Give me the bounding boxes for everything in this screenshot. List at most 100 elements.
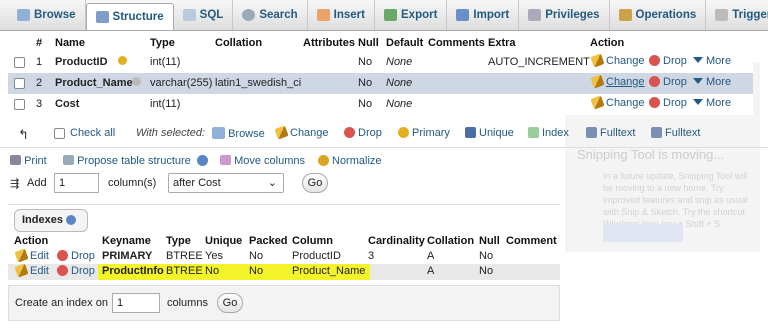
indexes-section: Indexes Action Keyname Type Unique Packe… bbox=[8, 204, 560, 283]
export-icon bbox=[384, 9, 397, 21]
bulk-drop-button[interactable]: Drop bbox=[344, 127, 382, 139]
pencil-icon bbox=[590, 74, 605, 89]
structure-icon bbox=[95, 11, 109, 23]
chevron-down-icon bbox=[693, 78, 703, 84]
pencil-icon bbox=[14, 248, 29, 263]
fulltext-icon bbox=[651, 127, 662, 138]
triggers-icon bbox=[715, 9, 729, 21]
tab-bar: Browse Structure SQL Search Insert Expor… bbox=[0, 0, 768, 31]
add-icon: ⇶ bbox=[10, 178, 20, 190]
drop-icon bbox=[649, 76, 660, 87]
tab-sql[interactable]: SQL bbox=[174, 0, 234, 30]
drop-icon bbox=[344, 127, 355, 138]
indexes-legend: Indexes bbox=[14, 209, 88, 232]
create-index-count-input[interactable]: 1 bbox=[112, 293, 160, 313]
chevron-down-icon bbox=[693, 99, 703, 105]
index-edit-link[interactable]: Edit bbox=[14, 263, 49, 278]
pencil-icon bbox=[274, 125, 289, 140]
row-checkbox[interactable] bbox=[14, 99, 25, 110]
normalize-link[interactable]: Normalize bbox=[318, 155, 382, 167]
help-icon[interactable] bbox=[196, 155, 208, 166]
chevron-down-icon bbox=[693, 57, 703, 63]
change-link[interactable]: Change bbox=[590, 74, 645, 89]
bulk-actions: ↰ Check all With selected: Browse Change… bbox=[0, 118, 768, 148]
arrow-up-left-icon: ↰ bbox=[18, 127, 29, 142]
create-index-bar: Create an index on 1 columns Go bbox=[8, 285, 560, 321]
bulk-primary-button[interactable]: Primary bbox=[398, 127, 450, 139]
more-link[interactable]: More bbox=[693, 55, 731, 67]
browse-icon bbox=[17, 9, 30, 21]
move-icon bbox=[220, 155, 231, 165]
more-link[interactable]: More bbox=[693, 97, 731, 109]
drop-icon bbox=[57, 265, 68, 276]
tab-insert[interactable]: Insert bbox=[308, 0, 375, 30]
pencil-icon bbox=[590, 95, 605, 110]
row-checkbox[interactable] bbox=[14, 57, 25, 68]
pencil-icon bbox=[14, 263, 29, 278]
add-column-count-input[interactable]: 1 bbox=[54, 173, 99, 193]
table-row[interactable]: 3 Cost int(11) No None Change Drop More bbox=[8, 94, 753, 115]
drop-link[interactable]: Drop bbox=[649, 76, 687, 88]
overlay-button bbox=[603, 224, 683, 242]
tab-export[interactable]: Export bbox=[375, 0, 448, 30]
drop-icon bbox=[649, 55, 660, 66]
index-row[interactable]: Edit Drop ProductInfo BTREE No No Produc… bbox=[8, 263, 560, 280]
operations-icon bbox=[618, 9, 632, 21]
row-checkbox[interactable] bbox=[14, 78, 25, 89]
add-column-position-select[interactable]: after Cost ⌄ bbox=[168, 173, 284, 193]
index-edit-link[interactable]: Edit bbox=[14, 248, 49, 263]
check-all-link[interactable]: Check all bbox=[70, 127, 115, 139]
indexes-header: Action Keyname Type Unique Packed Column… bbox=[14, 235, 557, 247]
import-icon bbox=[456, 9, 470, 21]
sql-icon bbox=[182, 9, 196, 21]
propose-structure-link[interactable]: Propose table structure bbox=[63, 155, 211, 167]
drop-link[interactable]: Drop bbox=[649, 97, 687, 109]
tab-triggers[interactable]: Triggers bbox=[706, 0, 768, 30]
tab-structure[interactable]: Structure bbox=[85, 3, 174, 30]
privileges-icon bbox=[528, 9, 542, 21]
more-link[interactable]: More bbox=[693, 76, 731, 88]
bulk-fulltext-button[interactable]: Fulltext bbox=[586, 127, 635, 139]
change-link[interactable]: Change bbox=[590, 95, 645, 110]
change-link[interactable]: Change bbox=[590, 53, 645, 68]
normalize-icon bbox=[318, 155, 329, 166]
add-column-go-button[interactable]: Go bbox=[302, 173, 328, 193]
bulk-browse-button[interactable]: Browse bbox=[212, 127, 265, 140]
index-drop-link[interactable]: Drop bbox=[57, 250, 95, 262]
drop-icon bbox=[649, 97, 660, 108]
drop-icon bbox=[57, 250, 68, 261]
index-icon bbox=[528, 127, 539, 138]
tools-row: Print Propose table structure Move colum… bbox=[0, 153, 768, 171]
insert-icon bbox=[316, 9, 330, 21]
tab-operations[interactable]: Operations bbox=[610, 0, 707, 30]
primary-key-icon bbox=[118, 56, 127, 65]
table-row[interactable]: 1 ProductID int(11) No None AUTO_INCREME… bbox=[8, 52, 753, 73]
tab-search[interactable]: Search bbox=[233, 0, 308, 30]
print-icon bbox=[10, 155, 21, 165]
create-index-go-button[interactable]: Go bbox=[217, 293, 243, 313]
index-drop-link[interactable]: Drop bbox=[57, 265, 95, 277]
help-icon[interactable] bbox=[66, 215, 77, 225]
table-row[interactable]: 2 Product_Name varchar(255) latin1_swedi… bbox=[8, 73, 753, 94]
pencil-icon bbox=[590, 53, 605, 68]
drop-link[interactable]: Drop bbox=[649, 55, 687, 67]
browse-icon bbox=[212, 127, 225, 139]
search-icon bbox=[242, 9, 256, 21]
overlay-body: In a future update, Snipping Tool will b… bbox=[603, 171, 748, 229]
index-key-icon bbox=[132, 77, 141, 86]
bulk-unique-button[interactable]: Unique bbox=[465, 127, 514, 139]
bulk-fulltext-button-2[interactable]: Fulltext bbox=[651, 127, 700, 139]
tab-privileges[interactable]: Privileges bbox=[519, 0, 610, 30]
tab-browse[interactable]: Browse bbox=[8, 0, 86, 30]
print-link[interactable]: Print bbox=[10, 155, 47, 167]
index-row[interactable]: Edit Drop PRIMARY BTREE Yes No ProductID… bbox=[8, 248, 560, 264]
check-all-checkbox[interactable] bbox=[54, 128, 65, 139]
chevron-down-icon: ⌄ bbox=[267, 177, 277, 189]
move-columns-link[interactable]: Move columns bbox=[220, 155, 305, 167]
unique-icon bbox=[465, 127, 476, 138]
fulltext-icon bbox=[586, 127, 597, 138]
columns-header: # Name Type Collation Attributes Null De… bbox=[36, 37, 625, 49]
bulk-index-button[interactable]: Index bbox=[528, 127, 569, 139]
tab-import[interactable]: Import bbox=[447, 0, 520, 30]
bulk-change-button[interactable]: Change bbox=[274, 125, 329, 140]
